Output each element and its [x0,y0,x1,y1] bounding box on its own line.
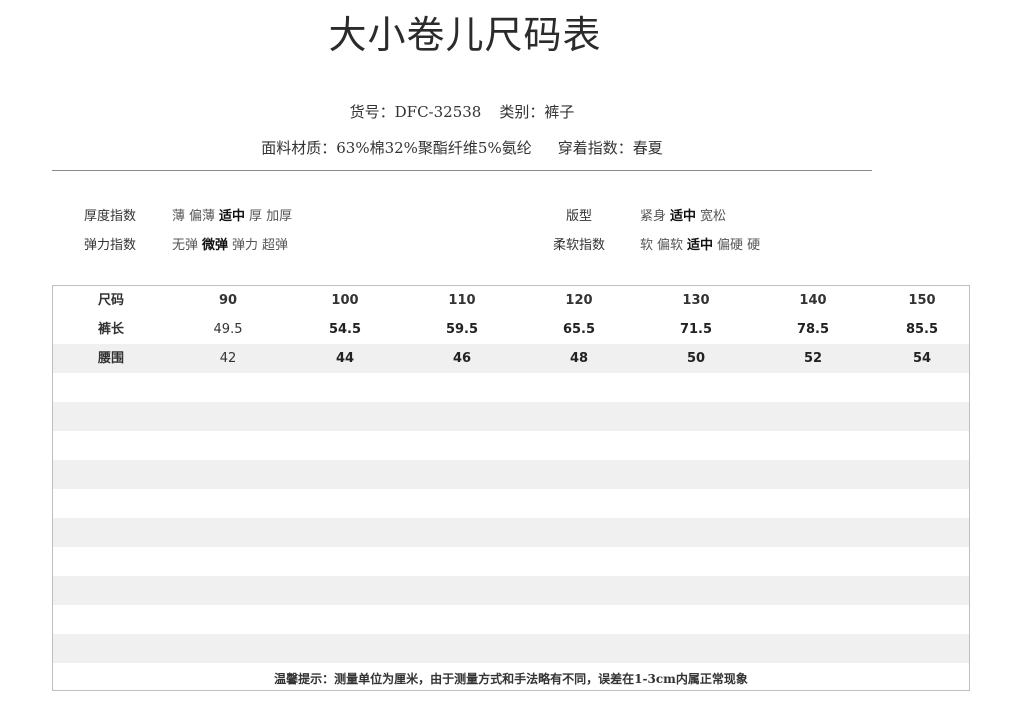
table-row [53,402,969,431]
elasticity-index: 弹力指数 [84,234,136,253]
product-id-line: 货号：DFC-32538 类别：裤子 [0,101,924,122]
table-cell: 90 [218,293,238,308]
table-header-row: 尺码 90 100 110 120 130 140 150 [53,286,969,315]
table-cell: 65.5 [562,322,596,337]
table-cell: 140 [799,293,827,308]
softness-option: 偏软 [657,238,684,253]
elasticity-option: 微弹 [202,238,229,253]
table-cell: 59.5 [445,322,479,337]
table-cell: 85.5 [905,322,939,337]
table-cell: 100 [331,293,359,308]
fit-index: 版型 [566,205,592,224]
table-cell: 50 [686,351,706,366]
table-cell: 110 [448,293,476,308]
thickness-option: 适中 [219,209,246,224]
fit-label: 版型 [566,209,593,224]
thickness-index: 厚度指数 [84,205,136,224]
table-row [53,605,969,634]
measurement-tip: 温馨提示：测量单位为厘米，由于测量方式和手法略有不同，误差在1-3cm内属正常现… [274,672,748,686]
product-material-line: 面料材质：63%棉32%聚酯纤维5%氨纶 穿着指数：春夏 [0,137,924,158]
table-cell: 42 [219,351,237,366]
table-row [53,431,969,460]
thickness-options: 薄偏薄 适中厚加厚 [172,205,296,224]
table-cell: 44 [335,351,355,366]
fit-option: 适中 [670,209,697,224]
table-cell: 52 [803,351,823,366]
category-value: 裤子 [544,103,575,121]
size-table: 尺码 90 100 110 120 130 140 150 裤长 49.5 54.5 59.5 65.5… [52,285,970,691]
row-label-cell: 尺码 [97,293,125,308]
item-no-value: DFC-32538 [394,103,482,121]
elasticity-options: 无弹 微弹 弹力 超弹 [172,234,292,253]
table-cell: 49.5 [213,322,243,337]
softness-option: 适中 [687,238,714,253]
fit-option: 紧身 [640,209,667,224]
table-row: 裤长 49.5 54.5 59.5 65.5 71.5 78.5 85.5 [53,315,969,344]
table-row [53,547,969,576]
table-cell: 120 [565,293,593,308]
elasticity-option: 无弹 [172,238,199,253]
page-title: 大小卷儿尺码表 [328,13,602,57]
table-row [53,373,969,402]
softness-option: 偏硬 [717,238,744,253]
table-cell: 71.5 [679,322,713,337]
row-label-cell: 腰围 [97,351,125,366]
thickness-option: 偏薄 [189,209,216,224]
fit-options: 紧身 适中 宽松 [640,205,730,224]
fit-option: 宽松 [700,209,727,224]
table-row [53,634,969,663]
table-cell: 54.5 [328,322,362,337]
thickness-option: 加厚 [266,209,293,224]
table-row [53,576,969,605]
category-label: 类别： [499,103,545,121]
season-label: 穿着指数： [557,139,633,157]
elasticity-option: 超弹 [262,238,289,253]
table-cell: 54 [912,351,932,366]
fabric-value: 63%棉32%聚酯纤维5%氨纶 [336,139,532,157]
softness-index: 柔软指数 [553,234,605,253]
header-divider [52,170,872,171]
row-label-cell: 裤长 [97,322,125,337]
elasticity-option: 弹力 [232,238,259,253]
table-row: 腰围 42 44 46 48 50 52 54 [53,344,969,373]
softness-option: 硬 [747,238,761,253]
table-row [53,460,969,489]
table-cell: 46 [452,351,472,366]
table-cell: 78.5 [796,322,830,337]
thickness-option: 厚 [249,209,263,224]
softness-options: 软偏软 适中 偏硬硬 [640,234,764,253]
softness-option: 软 [640,238,654,253]
table-cell: 150 [908,293,936,308]
thickness-option: 薄 [172,209,186,224]
elasticity-label: 弹力指数 [84,238,137,253]
thickness-label: 厚度指数 [84,209,137,224]
softness-label: 柔软指数 [553,238,606,253]
item-no-label: 货号： [349,103,395,121]
table-row [53,518,969,547]
season-value: 春夏 [632,139,663,157]
table-cell: 48 [569,351,589,366]
table-cell: 130 [682,293,710,308]
fabric-label: 面料材质： [261,139,337,157]
table-row [53,489,969,518]
